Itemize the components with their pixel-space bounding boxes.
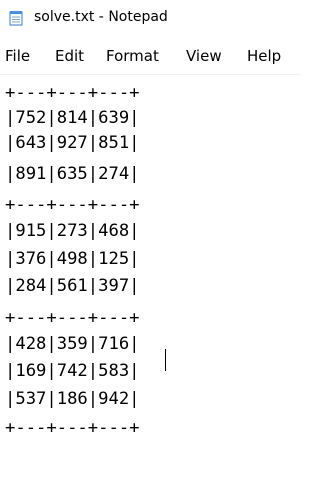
editor-line: |428|359|716|: [5, 334, 140, 354]
menu-help[interactable]: Help: [247, 47, 281, 65]
editor-line: |169|742|583|: [5, 361, 140, 381]
editor-line: +---+---+---+: [5, 83, 140, 103]
notepad-icon: [9, 10, 23, 26]
editor-line: +---+---+---+: [5, 418, 140, 438]
editor-line: |891|635|274|: [5, 164, 140, 184]
text-editor[interactable]: +---+---+---+ |752|814|639| |643|927|851…: [0, 75, 300, 478]
editor-line: |537|186|942|: [5, 389, 140, 409]
menu-edit[interactable]: Edit: [55, 47, 84, 65]
title-bar[interactable]: solve.txt - Notepad: [0, 0, 300, 36]
text-caret: [165, 349, 166, 371]
editor-line: |284|561|397|: [5, 276, 140, 296]
menu-view[interactable]: View: [186, 47, 222, 65]
editor-line: |376|498|125|: [5, 249, 140, 269]
window-title: solve.txt - Notepad: [34, 9, 168, 25]
menu-file[interactable]: File: [5, 47, 30, 65]
editor-line: |915|273|468|: [5, 221, 140, 241]
menu-format[interactable]: Format: [106, 47, 159, 65]
editor-line: |752|814|639|: [5, 108, 140, 128]
menu-bar: File Edit Format View Help: [0, 40, 300, 72]
editor-line: +---+---+---+: [5, 195, 140, 215]
editor-line: +---+---+---+: [5, 308, 140, 328]
editor-line: |643|927|851|: [5, 133, 140, 153]
